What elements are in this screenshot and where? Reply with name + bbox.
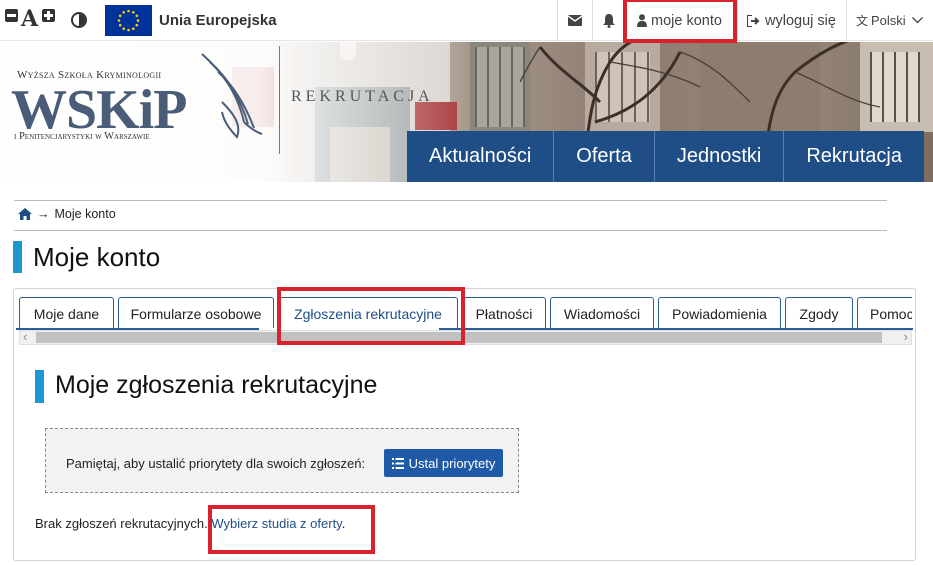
nav-item-jednostki[interactable]: Jednostki — [655, 131, 785, 182]
envelope-icon[interactable] — [568, 0, 582, 41]
eu-label: Unia Europejska — [159, 12, 277, 29]
tab-pomoc[interactable]: Pomoc — [857, 297, 912, 330]
set-priorities-label: Ustal priorytety — [408, 455, 496, 471]
logo-eagle-icon — [201, 53, 263, 139]
logout-label: wyloguj się — [765, 12, 836, 29]
tab-zgody[interactable]: Zgody — [785, 297, 853, 330]
logout-link[interactable]: wyloguj się — [747, 0, 836, 41]
language-select[interactable]: 文 Polski — [856, 0, 923, 41]
home-icon[interactable] — [18, 208, 32, 220]
breadcrumb: → Moje konto — [18, 207, 116, 221]
set-priorities-button[interactable]: Ustal priorytety — [384, 449, 503, 477]
scroll-right-icon[interactable]: › — [904, 329, 908, 344]
highlight-box-account — [623, 0, 737, 43]
section-title: Moje zgłoszenia rekrutacyjne — [55, 371, 378, 399]
main-nav: Aktualności Oferta Jednostki Rekrutacja — [407, 131, 924, 182]
nav-item-rekrutacja[interactable]: Rekrutacja — [784, 131, 924, 182]
tab-moje-dane[interactable]: Moje dane — [19, 297, 114, 330]
tab-wiadomosci[interactable]: Wiadomości — [550, 297, 654, 330]
tab-platnosci[interactable]: Płatności — [462, 297, 546, 330]
tabs-scrollbar[interactable]: ‹ › — [19, 329, 912, 345]
notice-text: Pamiętaj, aby ustalić priorytety dla swo… — [66, 456, 366, 471]
priority-notice: Pamiętaj, aby ustalić priorytety dla swo… — [45, 428, 519, 493]
tab-powiadomienia[interactable]: Powiadomienia — [658, 297, 781, 330]
scroll-left-icon[interactable]: ‹ — [23, 329, 27, 344]
chevron-down-icon — [911, 17, 923, 24]
tab-formularze-osobowe[interactable]: Formularze osobowe — [118, 297, 274, 330]
breadcrumb-current: Moje konto — [54, 207, 116, 221]
font-increase-button[interactable] — [42, 9, 55, 22]
font-decrease-button[interactable] — [5, 9, 18, 22]
language-label: Polski — [871, 13, 906, 28]
font-size-icon[interactable]: A — [21, 6, 38, 32]
nav-item-aktualnosci[interactable]: Aktualności — [407, 131, 555, 182]
page-title: Moje konto — [33, 242, 161, 272]
breadcrumb-arrow-icon: → — [37, 207, 50, 221]
contrast-icon[interactable] — [71, 12, 87, 28]
sign-out-icon — [747, 14, 760, 27]
top-bar: A Unia Europejska moje konto wyloguj się — [0, 0, 933, 41]
highlight-box-link — [208, 505, 375, 554]
highlight-box-tab — [277, 287, 465, 345]
account-tabs: Moje dane Formularze osobowe Zgłoszenia … — [19, 297, 912, 330]
logo-line-bottom: i Penitencjarystyki w Warszawie — [14, 131, 150, 142]
bell-icon[interactable] — [603, 0, 615, 41]
section-name: REKRUTACJA — [291, 88, 434, 105]
eu-flag-icon — [105, 5, 152, 36]
nav-item-oferta[interactable]: Oferta — [554, 131, 655, 182]
empty-text: Brak zgłoszeń rekrutacyjnych. — [35, 516, 208, 531]
language-icon: 文 — [856, 14, 869, 28]
list-icon — [391, 457, 404, 469]
